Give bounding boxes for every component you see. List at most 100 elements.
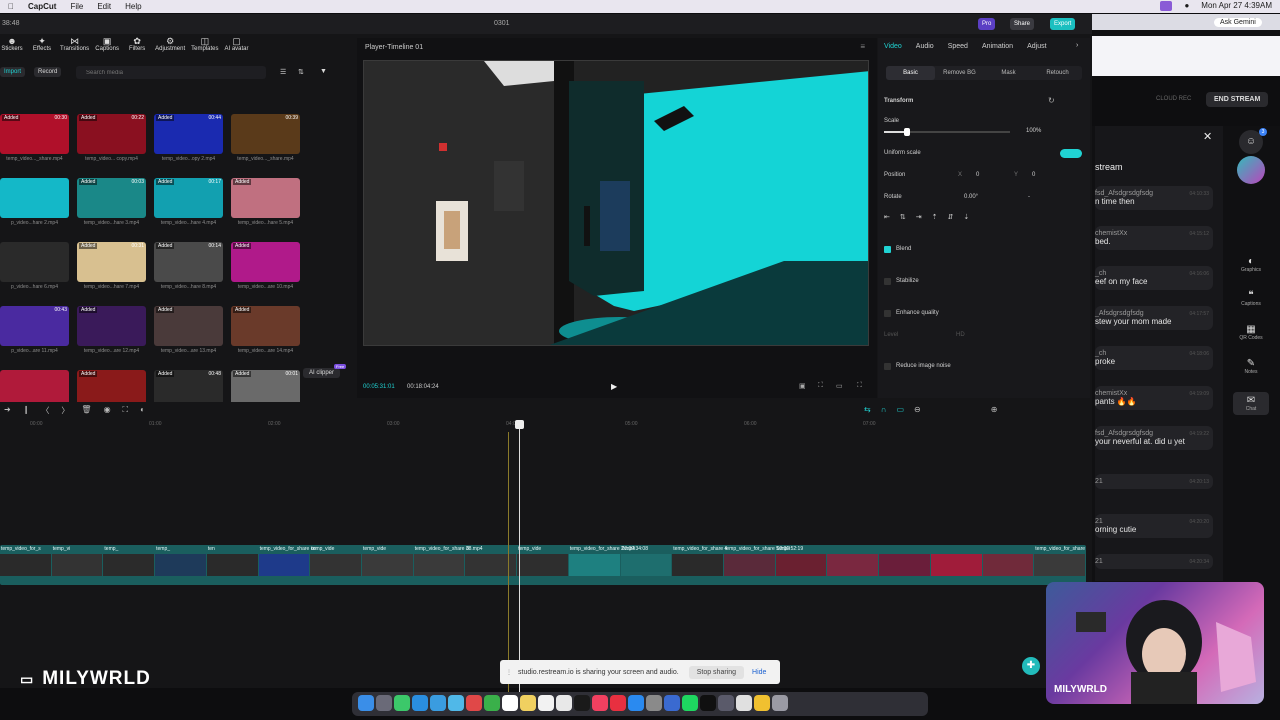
clip-thumbnail[interactable] <box>258 554 310 576</box>
record-button[interactable]: Record <box>34 67 62 77</box>
rotate-value[interactable]: 0.00° <box>964 194 978 200</box>
freeform-icon[interactable] <box>556 695 572 711</box>
end-stream-button[interactable]: END STREAM <box>1206 92 1269 107</box>
chat-message[interactable]: 21 orning cutie 04:20:20 <box>1095 514 1213 538</box>
playhead[interactable] <box>519 422 520 692</box>
ai-clipper-button[interactable]: AI clipper <box>303 368 341 378</box>
photos-icon[interactable] <box>466 695 482 711</box>
appstore-icon[interactable] <box>628 695 644 711</box>
tool-templates[interactable]: ◫ Templates <box>191 36 218 58</box>
stop-sharing-button[interactable]: Stop sharing <box>688 665 745 679</box>
preview-icon[interactable]: ▭ <box>896 405 904 414</box>
crop-tool-icon[interactable]: ⛶ <box>123 405 129 416</box>
align-left-icon[interactable]: ⇤ <box>884 213 890 225</box>
close-chat-icon[interactable]: ✕ <box>1203 130 1212 143</box>
media-thumbnail[interactable]: 00:43 <box>0 306 69 346</box>
screenshot-icon[interactable] <box>718 695 734 711</box>
media-thumbnail[interactable]: Added 00:31 <box>77 242 146 282</box>
delete-icon[interactable]: 🗑 <box>81 405 91 416</box>
reduce-noise-checkbox[interactable] <box>884 363 891 370</box>
clip-thumbnail[interactable] <box>155 554 206 576</box>
safari-icon[interactable] <box>412 695 428 711</box>
tab-video[interactable]: Video <box>884 43 902 50</box>
position-y-value[interactable]: 0 <box>1032 172 1035 178</box>
enhance-checkbox[interactable] <box>884 310 891 317</box>
media-search-input[interactable] <box>76 66 266 79</box>
clip-thumbnail[interactable] <box>930 554 982 576</box>
uniform-scale-toggle[interactable] <box>1060 149 1082 158</box>
align-center-icon[interactable]: ⇅ <box>900 213 906 225</box>
split-icon[interactable]: ❙ <box>23 405 30 416</box>
video-preview[interactable] <box>363 60 869 346</box>
transform-heading[interactable]: Transform <box>884 98 913 104</box>
freeze-icon[interactable]: ◉ <box>104 405 111 416</box>
tool-ai-avatar[interactable]: ▢ AI avatar <box>225 36 249 58</box>
chat-message[interactable]: _Afsdgrsdgfsdg stew your mom made 04:17:57 <box>1095 306 1213 330</box>
floating-action-icon[interactable]: ✚ <box>1022 657 1040 675</box>
tab-animation[interactable]: Animation <box>982 43 1013 50</box>
settings-icon[interactable] <box>646 695 662 711</box>
reduce-noise-label[interactable]: Reduce image noise <box>896 363 951 369</box>
mail-icon[interactable] <box>430 695 446 711</box>
media-thumbnail[interactable]: Added <box>77 306 146 346</box>
menu-file[interactable]: File <box>70 2 83 11</box>
reminders-icon[interactable] <box>538 695 554 711</box>
app-name[interactable]: CapCut <box>28 2 56 11</box>
clip-thumbnail[interactable] <box>517 554 568 576</box>
align-top-icon[interactable]: ⇡ <box>932 213 938 225</box>
ratio-icon[interactable]: ▣ <box>799 382 806 390</box>
notes-app-icon[interactable] <box>520 695 536 711</box>
clip-thumbnail[interactable] <box>827 554 879 576</box>
tool-adjustment[interactable]: ⚙ Adjustment <box>155 36 185 58</box>
spotify-icon[interactable] <box>682 695 698 711</box>
export-button[interactable]: Export <box>1050 18 1076 30</box>
zoom-in-icon[interactable]: ⊕ <box>991 405 998 414</box>
sidebar-graphics[interactable]: ◐ Graphics <box>1233 256 1269 273</box>
media-thumbnail[interactable]: Added 00:14 <box>154 242 223 282</box>
xcode-icon[interactable] <box>664 695 680 711</box>
video-track[interactable]: temp_video_for_s temp_vi temp_ temp_ ten temp… <box>0 545 1086 585</box>
media-thumbnail[interactable]: Added 00:22 <box>77 114 146 154</box>
news-icon[interactable] <box>610 695 626 711</box>
media-thumbnail[interactable] <box>0 242 69 282</box>
chat-message[interactable]: 21 04:20:13 <box>1095 474 1213 489</box>
wifi-icon[interactable]: ● <box>1184 1 1189 11</box>
capcut-dock-icon[interactable] <box>700 695 716 711</box>
clip-thumbnail[interactable] <box>1034 554 1085 576</box>
ask-gemini-button[interactable]: Ask Gemini <box>1214 18 1262 27</box>
chat-message[interactable]: chemistXx bed. 04:15:12 <box>1095 226 1213 250</box>
link-icon[interactable]: ⇆ <box>864 405 871 414</box>
zoom-out-icon[interactable]: ⊖ <box>914 405 921 414</box>
enhance-quality-label[interactable]: Enhance quality <box>896 310 939 316</box>
level-select[interactable]: HD <box>956 332 965 338</box>
tool-stickers[interactable]: ☻ Stickers <box>0 36 24 58</box>
blend-label[interactable]: Blend <box>896 246 911 252</box>
clip-thumbnail[interactable] <box>724 554 775 576</box>
clip-thumbnail[interactable] <box>206 554 258 576</box>
clock[interactable]: Mon Apr 27 4:39AM <box>1201 1 1272 11</box>
chat-message[interactable]: chemistXx pants 🔥🔥 04:19:09 <box>1095 386 1213 410</box>
preview-app-icon[interactable] <box>736 695 752 711</box>
subtab-retouch[interactable]: Retouch <box>1033 66 1082 80</box>
menu-edit[interactable]: Edit <box>97 2 111 11</box>
split-right-icon[interactable]: 〉 <box>61 405 69 416</box>
clip-thumbnail[interactable] <box>672 554 723 576</box>
share-button[interactable]: Share <box>1010 18 1035 30</box>
tool-filters[interactable]: ✿ Filters <box>125 36 149 58</box>
stabilize-checkbox[interactable] <box>884 278 891 285</box>
trash-icon[interactable] <box>772 695 788 711</box>
avatar[interactable] <box>1237 156 1265 184</box>
subtab-basic[interactable]: Basic <box>886 66 935 80</box>
align-right-icon[interactable]: ⇥ <box>916 213 922 225</box>
chat-message[interactable]: fsd_Afsdgrsdgfsdg your neverful at. did u… <box>1095 426 1213 450</box>
clip-thumbnail[interactable] <box>362 554 413 576</box>
tab-adjust[interactable]: Adjust <box>1027 43 1046 50</box>
position-x-value[interactable]: 0 <box>976 172 979 178</box>
pro-button[interactable]: Pro <box>978 18 996 30</box>
clip-thumbnail[interactable] <box>103 554 155 576</box>
clip-thumbnail[interactable] <box>775 554 827 576</box>
timeline-ruler[interactable]: 00:00 01:00 02:00 03:00 04:00 05:00 06:00 07:00 <box>0 421 1092 431</box>
appletv-icon[interactable] <box>574 695 590 711</box>
reset-icon[interactable]: ↻ <box>1048 96 1055 105</box>
tool-captions[interactable]: ▣ Captions <box>95 36 119 58</box>
